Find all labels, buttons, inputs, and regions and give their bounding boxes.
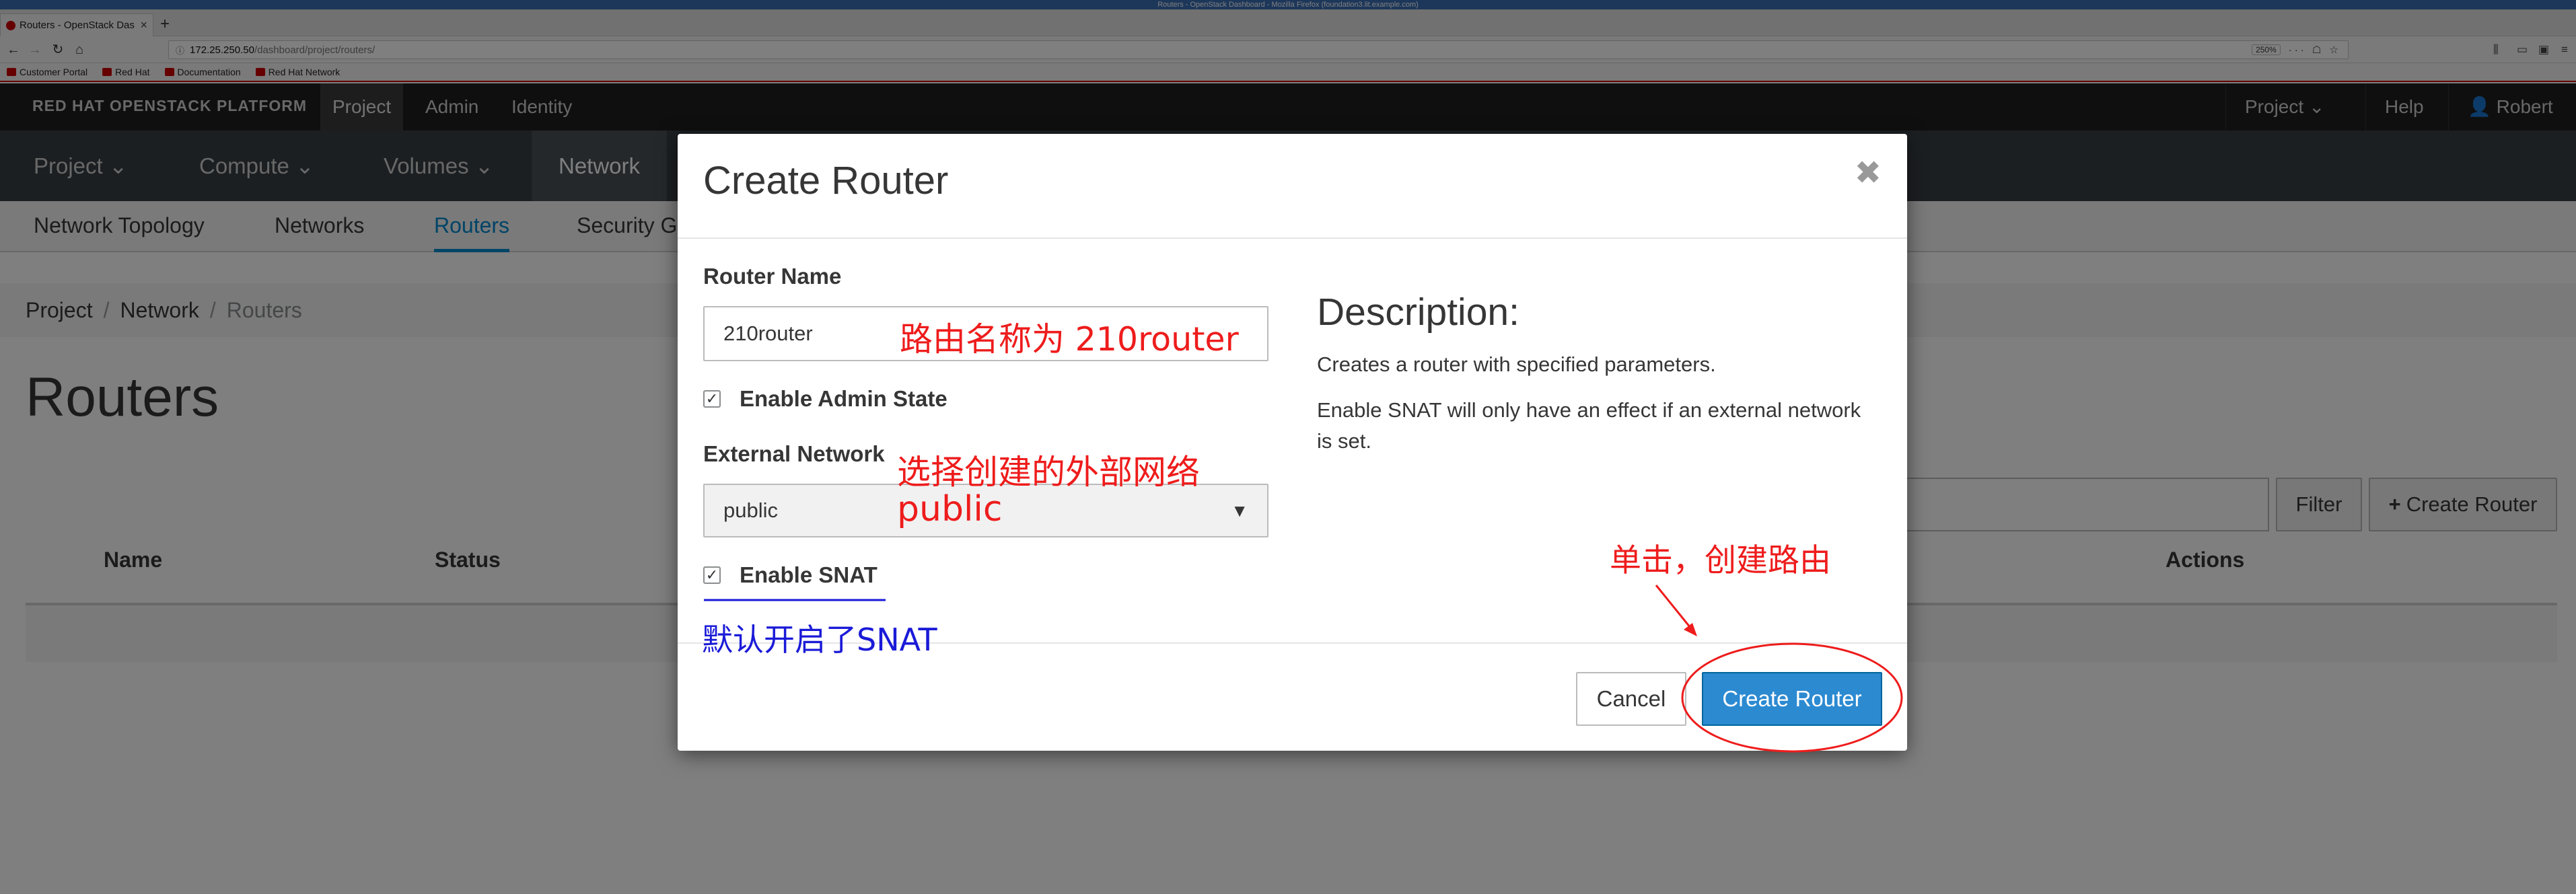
checkmark-icon: ✓ [705,566,719,583]
modal-title: Create Router [703,159,949,202]
caret-down-icon: ▼ [1231,500,1248,521]
annotation-external-network-line2: public [897,489,1003,529]
enable-admin-state-checkbox[interactable]: ✓ [703,390,721,408]
close-icon[interactable]: ✖ [1855,154,1882,192]
modal-header: Create Router ✖ [678,134,1907,239]
create-router-button[interactable]: Create Router [1702,672,1882,726]
enable-snat-label[interactable]: Enable SNAT [740,562,878,588]
enable-snat-checkbox[interactable]: ✓ [703,566,721,584]
checkmark-icon: ✓ [705,390,719,407]
annotation-click-create: 单击，创建路由 [1610,542,1831,579]
description-line-1: Creates a router with specified paramete… [1317,352,1716,376]
description-line-2: Enable SNAT will only have an effect if … [1317,398,1861,453]
description-title: Description: [1317,291,1519,334]
annotation-router-name: 路由名称为 210router [900,320,1239,359]
cancel-button[interactable]: Cancel [1576,672,1686,726]
annotation-snat: 默认开启了SNAT [702,622,937,658]
enable-admin-state-label[interactable]: Enable Admin State [740,386,947,412]
external-network-label: External Network [703,441,885,466]
annotation-external-network-line1: 选择创建的外部网络 [897,453,1200,492]
router-name-label: Router Name [703,264,842,289]
external-network-selected-value: public [723,498,778,522]
